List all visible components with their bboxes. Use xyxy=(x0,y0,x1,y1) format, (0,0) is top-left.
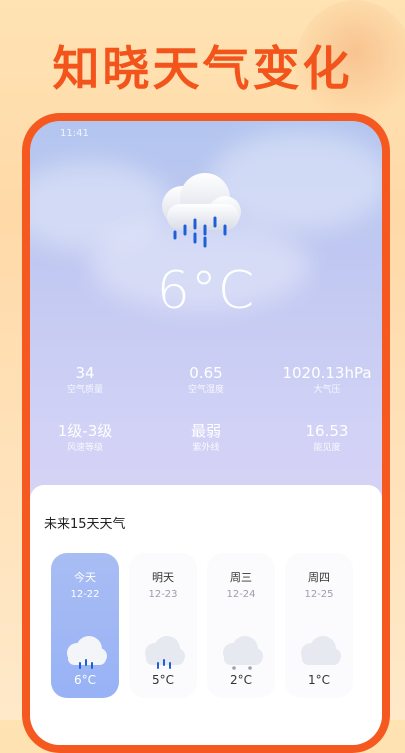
day-name: 周四 xyxy=(308,571,330,584)
forecast-day-tomorrow[interactable]: 明天 12-23 5°C xyxy=(129,553,197,698)
forecast-panel: 未来15天天气 今天 12-22 6°C 明天 12-23 5°C 周三 12-… xyxy=(30,485,382,745)
stat-label: 能见度 xyxy=(313,443,341,453)
stat-label: 空气质量 xyxy=(66,385,103,395)
rain-cloud-icon xyxy=(162,173,241,248)
current-temperature: 6°C xyxy=(156,261,256,321)
day-name: 周三 xyxy=(230,571,252,584)
day-name: 今天 xyxy=(74,571,96,584)
stat-value: 1级-3级 xyxy=(57,422,113,440)
day-date: 12-24 xyxy=(226,589,256,600)
day-date: 12-25 xyxy=(304,589,334,600)
forecast-day-wednesday[interactable]: 周三 12-24 2°C xyxy=(207,553,275,698)
stat-label: 风速等级 xyxy=(66,443,103,453)
stat-pressure: 1020.13hPa 大气压 xyxy=(272,363,382,397)
snow-cloud-icon xyxy=(223,636,263,670)
forecast-day-thursday[interactable]: 周四 12-25 1°C xyxy=(285,553,353,698)
stat-value: 1020.13hPa xyxy=(282,364,372,382)
rain-cloud-icon xyxy=(145,636,185,669)
stat-label: 空气湿度 xyxy=(187,385,224,395)
stat-value: 0.65 xyxy=(189,364,223,382)
stat-label: 大气压 xyxy=(313,385,341,395)
status-time: 11:41 xyxy=(60,128,89,139)
stat-value: 34 xyxy=(75,364,95,382)
cloud-icon xyxy=(301,636,341,665)
promo-title: 知晓天气变化 xyxy=(52,42,353,97)
stat-humidity: 0.65 空气湿度 xyxy=(151,363,261,397)
stat-wind-level: 1级-3级 风速等级 xyxy=(30,421,140,455)
day-temp: 1°C xyxy=(307,673,330,687)
rain-cloud-icon xyxy=(67,636,107,669)
phone-frame: 11:41 6°C 34 空气质量 0.65 空气湿度 1020.13hPa 大… xyxy=(22,113,390,753)
stat-value: 最弱 xyxy=(190,422,221,440)
day-temp: 5°C xyxy=(151,673,174,687)
forecast-day-today[interactable]: 今天 12-22 6°C xyxy=(51,553,119,698)
stat-uv: 最弱 紫外线 xyxy=(151,421,261,455)
forecast-title: 未来15天天气 xyxy=(44,517,126,532)
day-date: 12-23 xyxy=(148,589,178,600)
stat-visibility: 16.53 能见度 xyxy=(272,421,382,455)
day-temp: 6°C xyxy=(73,673,96,687)
day-date: 12-22 xyxy=(70,589,100,600)
day-name: 明天 xyxy=(152,571,174,584)
stat-value: 16.53 xyxy=(305,422,349,440)
stat-label: 紫外线 xyxy=(192,443,220,453)
day-temp: 2°C xyxy=(229,673,252,687)
stat-air-quality: 34 空气质量 xyxy=(30,363,140,397)
weather-screen: 11:41 6°C 34 空气质量 0.65 空气湿度 1020.13hPa 大… xyxy=(30,121,382,745)
